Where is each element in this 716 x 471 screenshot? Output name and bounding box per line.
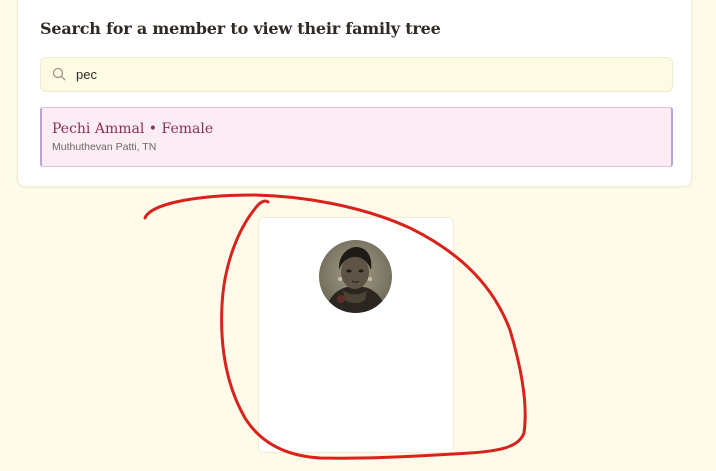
search-icon [52,67,66,81]
search-heading: Search for a member to view their family… [40,19,441,38]
result-location: Muthuthevan Patti, TN [52,141,157,153]
search-result-item[interactable]: Pechi Ammal • Female Muthuthevan Patti, … [40,107,673,167]
result-name-gender: Pechi Ammal • Female [52,121,214,137]
family-tree-member-card[interactable] [258,217,454,453]
search-input[interactable] [76,58,656,91]
search-panel: Search for a member to view their family… [17,0,692,187]
avatar[interactable] [319,240,392,313]
member-portrait-photo [319,240,392,313]
search-box[interactable] [40,57,673,92]
